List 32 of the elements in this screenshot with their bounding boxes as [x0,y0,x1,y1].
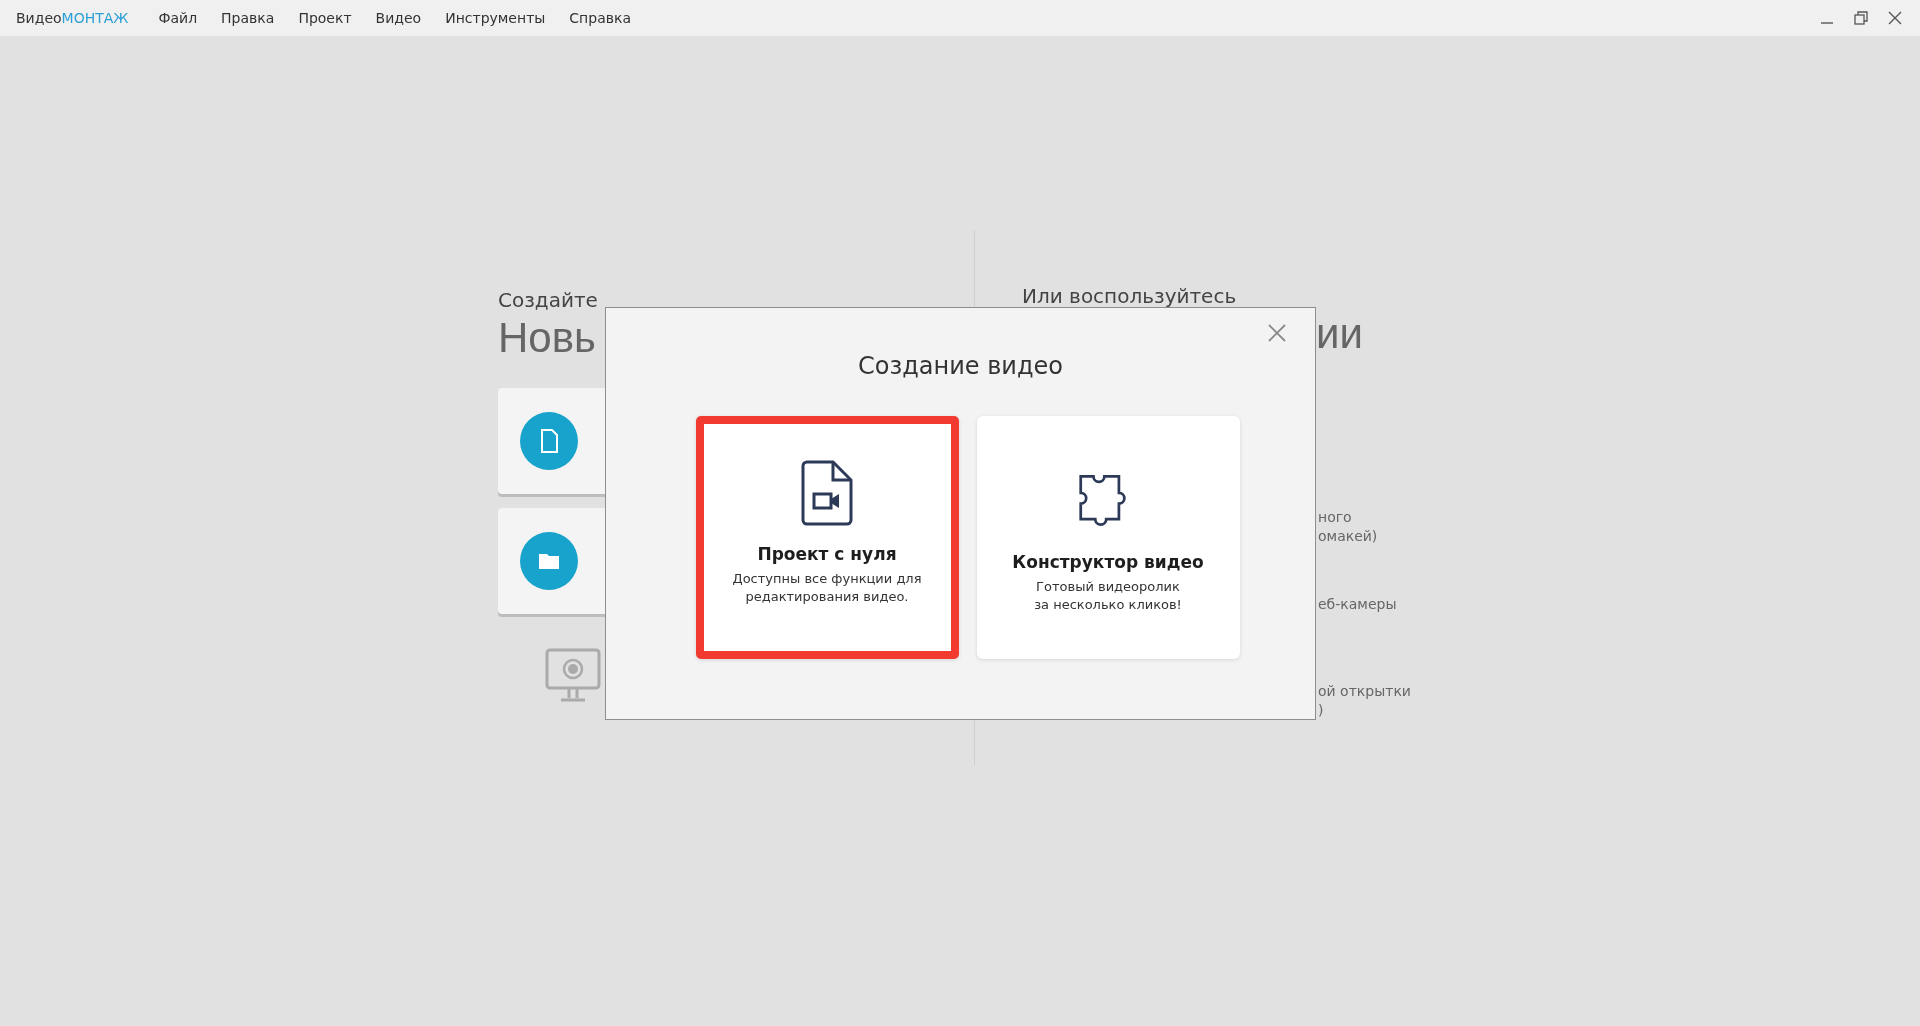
tile-button[interactable] [498,508,605,614]
option-card[interactable]: Проект с нуля Доступны все функции для редактирования видео. [695,416,959,659]
document-icon [520,412,578,470]
app-logo: ВидеоМОНТАЖ [16,10,129,26]
option-title: Проект с нуля [757,544,897,564]
menu-item[interactable]: Проект [298,10,352,26]
menu-item[interactable]: Видео [375,10,422,26]
menu-item[interactable]: Справка [569,10,632,26]
option-text: еб-камеры [1318,595,1398,614]
section-subtitle: Создайте [498,288,598,312]
option-text: ного [1318,508,1353,527]
option-description: Доступны все функции для редактирования видео. [732,570,922,606]
option-text: ) [1318,701,1325,720]
monitor-icon[interactable] [545,648,601,704]
menu-item[interactable]: Инструменты [445,10,546,26]
option-text: омакей) [1318,527,1379,546]
option-title: Конструктор видео [1012,552,1204,572]
dialog-title: Создание видео [858,352,1063,380]
option-text: ой открытки [1318,682,1411,701]
close-icon[interactable] [1268,324,1286,342]
option-description: Готовый видеоролик за несколько кликов! [1034,578,1182,614]
restore-icon[interactable] [1854,11,1868,25]
section-title: ии [1316,310,1363,358]
video-file-icon [801,460,853,526]
option-card[interactable]: Конструктор видео Готовый видеоролик за несколько кликов! [976,416,1240,659]
section-subtitle: Или воспользуйтесь [1022,284,1237,308]
tile-button[interactable] [498,388,605,494]
menu-item[interactable]: Правка [221,10,275,26]
folder-icon [520,532,578,590]
section-title: Новь [498,314,596,362]
close-icon[interactable] [1888,11,1902,25]
menu-item[interactable]: Файл [158,10,198,26]
